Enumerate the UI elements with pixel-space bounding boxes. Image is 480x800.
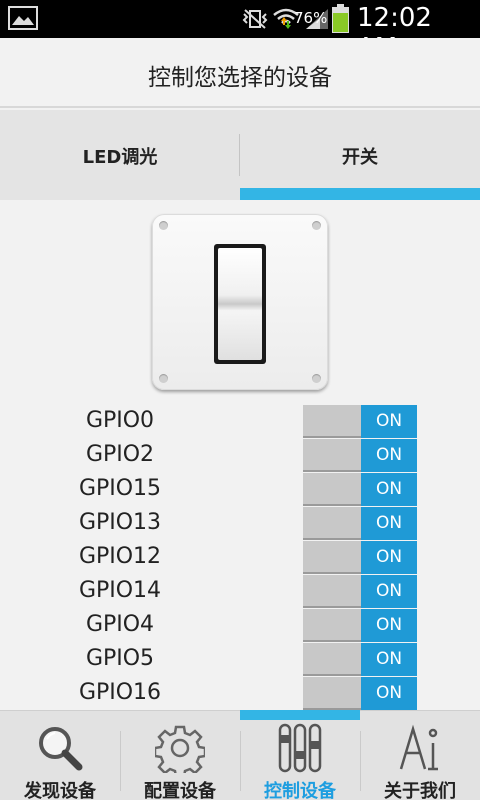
- gpio-label: GPIO15: [78, 476, 162, 501]
- toggle-thumb: ON: [361, 643, 417, 676]
- gpio-row: GPIO14 ON: [0, 575, 480, 609]
- tab-led-dimming-label: LED调光: [82, 147, 158, 168]
- gpio-toggle[interactable]: ON: [303, 677, 417, 710]
- title-bar: 控制您选择的设备: [0, 38, 480, 108]
- nav-configure-devices[interactable]: 配置设备: [120, 711, 240, 800]
- toggle-thumb: ON: [361, 405, 417, 438]
- gpio-row: GPIO2 ON: [0, 439, 480, 473]
- gpio-label: GPIO2: [85, 442, 155, 467]
- gallery-notification-icon: [8, 6, 38, 30]
- gpio-toggle[interactable]: ON: [303, 473, 417, 506]
- gpio-toggle[interactable]: ON: [303, 405, 417, 438]
- toggle-thumb: ON: [361, 575, 417, 608]
- gpio-label: GPIO13: [78, 510, 162, 535]
- gpio-toggle[interactable]: ON: [303, 575, 417, 608]
- gpio-label: GPIO0: [85, 408, 155, 433]
- battery-icon: [332, 4, 349, 33]
- switch-icon[interactable]: [152, 214, 328, 390]
- nav-about-us[interactable]: 关于我们: [360, 711, 480, 800]
- switch-rocker: [218, 248, 262, 360]
- nav-about-us-label: 关于我们: [384, 781, 456, 800]
- gpio-row: GPIO12 ON: [0, 541, 480, 575]
- gpio-label: GPIO14: [78, 578, 162, 603]
- gpio-row: GPIO4 ON: [0, 609, 480, 643]
- nav-configure-devices-label: 配置设备: [144, 781, 216, 800]
- gpio-row: GPIO13 ON: [0, 507, 480, 541]
- gpio-row: GPIO16 ON: [0, 677, 480, 711]
- gpio-toggle[interactable]: ON: [303, 507, 417, 540]
- battery-percent: 76%: [294, 9, 328, 27]
- gpio-list: GPIO0 ON GPIO2 ON GPIO15 ON GPIO13 ON GP…: [0, 405, 480, 711]
- tab-bar: LED调光 开关: [0, 110, 480, 200]
- tab-switch-label: 开关: [342, 147, 378, 168]
- gpio-row: GPIO0 ON: [0, 405, 480, 439]
- nav-discover-devices[interactable]: 发现设备: [0, 711, 120, 800]
- status-bar: 76% 12:02 AM: [0, 0, 480, 63]
- gpio-toggle[interactable]: ON: [303, 439, 417, 472]
- toggle-thumb: ON: [361, 507, 417, 540]
- gpio-label: GPIO12: [78, 544, 162, 569]
- toggle-thumb: ON: [361, 677, 417, 710]
- page-title: 控制您选择的设备: [148, 65, 332, 91]
- screw-bottom-right: [312, 374, 321, 383]
- toggle-thumb: ON: [361, 439, 417, 472]
- bottom-nav: 发现设备 配置设备 控制设备 关于我们: [0, 710, 480, 800]
- search-icon: [39, 727, 83, 771]
- gpio-toggle[interactable]: ON: [303, 609, 417, 642]
- screw-bottom-left: [159, 374, 168, 383]
- about-icon: [399, 724, 438, 771]
- gpio-label: GPIO5: [85, 646, 155, 671]
- tab-led-dimming[interactable]: LED调光: [0, 110, 240, 200]
- toggle-thumb: ON: [361, 541, 417, 574]
- active-nav-indicator: [240, 710, 360, 720]
- active-tab-indicator: [240, 188, 480, 200]
- gear-icon: [155, 725, 205, 773]
- gpio-label: GPIO4: [85, 612, 155, 637]
- tab-switch[interactable]: 开关: [240, 110, 480, 200]
- gpio-toggle[interactable]: ON: [303, 643, 417, 676]
- gpio-label: GPIO16: [78, 680, 162, 705]
- sliders-icon: [278, 723, 322, 773]
- nav-control-devices[interactable]: 控制设备: [240, 711, 360, 800]
- screw-top-right: [312, 221, 321, 230]
- nav-discover-devices-label: 发现设备: [24, 781, 96, 800]
- toggle-thumb: ON: [361, 609, 417, 642]
- screw-top-left: [159, 221, 168, 230]
- nav-control-devices-label: 控制设备: [264, 781, 336, 800]
- gpio-row: GPIO15 ON: [0, 473, 480, 507]
- gpio-toggle[interactable]: ON: [303, 541, 417, 574]
- vibrate-mute-icon: [242, 9, 268, 29]
- gpio-row: GPIO5 ON: [0, 643, 480, 677]
- toggle-thumb: ON: [361, 473, 417, 506]
